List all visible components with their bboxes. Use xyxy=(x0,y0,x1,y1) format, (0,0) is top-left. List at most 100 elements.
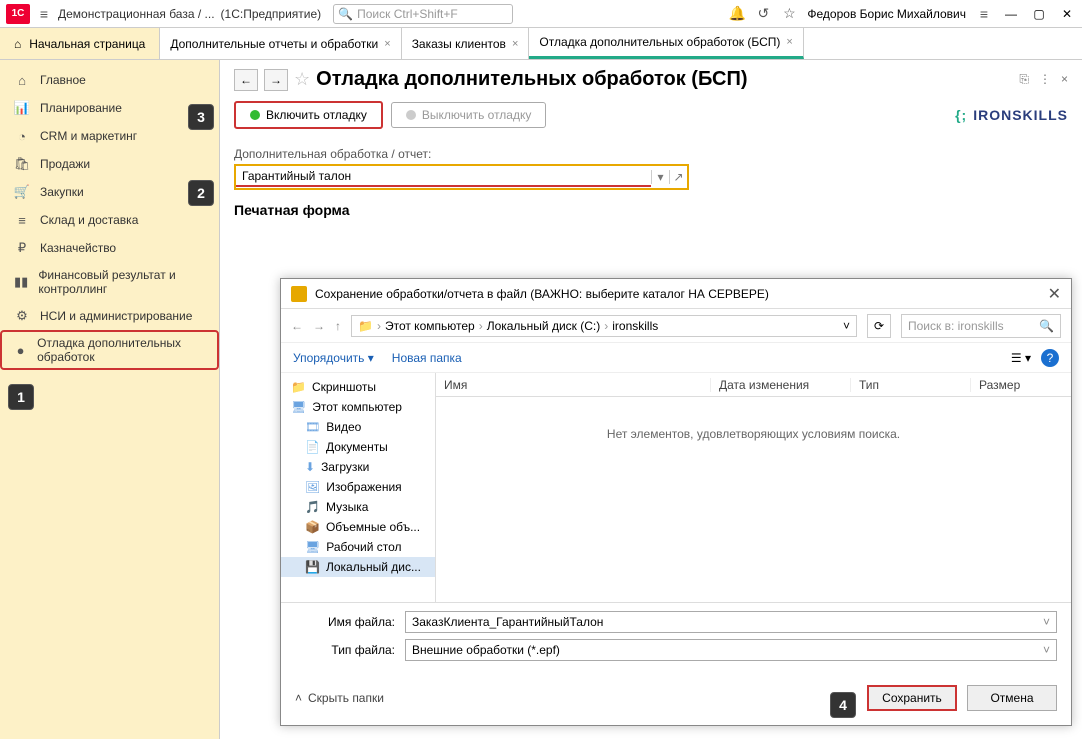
col-name[interactable]: Имя xyxy=(436,378,711,392)
tree-item[interactable]: 📦Объемные объ... xyxy=(281,517,435,537)
bc-dropdown-icon[interactable]: ˅ xyxy=(843,319,850,333)
tab-close-icon[interactable]: × xyxy=(786,36,792,48)
sidebar-item-purchases[interactable]: 🛒Закупки xyxy=(0,178,219,206)
tree-item[interactable]: ⬇Загрузки xyxy=(281,457,435,477)
organize-label: Упорядочить xyxy=(293,351,364,365)
folder-icon: 💾 xyxy=(305,560,320,574)
sidebar-item-treasury[interactable]: ₽Казначейство xyxy=(0,234,219,262)
tree-item[interactable]: 🖼 Изображения xyxy=(281,477,435,497)
tree-label: Музыка xyxy=(326,500,368,514)
tree-label: Локальный дис... xyxy=(326,560,421,574)
menu-icon[interactable]: ≡ xyxy=(36,6,52,22)
sidebar-item-crm[interactable]: ◔CRM и маркетинг xyxy=(0,122,219,150)
tab-reports[interactable]: Дополнительные отчеты и обработки × xyxy=(160,28,401,59)
sidebar-item-warehouse[interactable]: ≡ Склад и доставка xyxy=(0,206,219,234)
sidebar-item-planning[interactable]: 📊Планирование xyxy=(0,94,219,122)
folder-icon: 🖼 xyxy=(305,480,320,494)
col-size[interactable]: Размер xyxy=(971,378,1071,392)
tree-label: Видео xyxy=(326,420,361,434)
save-button[interactable]: Сохранить xyxy=(867,685,957,711)
breadcrumb[interactable]: 📁 › Этот компьютер › Локальный диск (C:)… xyxy=(351,315,857,337)
box-icon: ≡ xyxy=(14,212,30,228)
sidebar-item-debug[interactable]: ●Отладка дополнительных обработок xyxy=(0,330,219,370)
history-icon[interactable]: ↺ xyxy=(755,6,771,22)
tree-label: Изображения xyxy=(326,480,401,494)
forward-button[interactable]: → xyxy=(264,69,288,91)
tree-item[interactable]: 💾 Локальный дис... xyxy=(281,557,435,577)
sidebar-label: Отладка дополнительных обработок xyxy=(37,336,205,364)
disable-debug-button[interactable]: Выключить отладку xyxy=(391,102,547,128)
tree-item[interactable]: 🖥Этот компьютер xyxy=(281,397,435,417)
col-type[interactable]: Тип xyxy=(851,378,971,392)
cancel-button[interactable]: Отмена xyxy=(967,685,1057,711)
tab-home[interactable]: ⌂ Начальная страница xyxy=(0,28,160,59)
folder-icon: 🖥 xyxy=(291,400,306,414)
folder-icon: 🎞 xyxy=(305,420,320,434)
maximize-button[interactable]: ▢ xyxy=(1030,5,1048,23)
dropdown-icon[interactable]: ˅ xyxy=(1043,643,1050,657)
help-icon[interactable]: ? xyxy=(1041,349,1059,367)
enable-debug-button[interactable]: Включить отладку xyxy=(234,101,383,129)
sidebar-item-sales[interactable]: 🛍Продажи xyxy=(0,150,219,178)
tree-item[interactable]: 📄Документы xyxy=(281,437,435,457)
tab-close-icon[interactable]: × xyxy=(512,38,518,50)
dialog-close-button[interactable]: ✕ xyxy=(1048,284,1061,304)
minimize-button[interactable]: — xyxy=(1002,5,1020,23)
nav-fwd-icon[interactable]: → xyxy=(313,319,325,333)
folder-tree[interactable]: 📁 Скриншоты 🖥Этот компьютер 🎞 Видео 📄Документ… xyxy=(281,373,436,602)
more-icon[interactable]: ⋮ xyxy=(1039,72,1051,87)
close-button[interactable]: ✕ xyxy=(1058,5,1076,23)
report-value: Гарантийный талон xyxy=(242,169,351,183)
folder-icon: 🎵 xyxy=(305,500,320,514)
back-button[interactable]: ← xyxy=(234,69,258,91)
global-search[interactable]: 🔍 Поиск Ctrl+Shift+F xyxy=(333,4,513,24)
filename-input[interactable]: ЗаказКлиента_ГарантийныйТалон˅ xyxy=(405,611,1057,633)
tree-item[interactable]: 🎵 Музыка xyxy=(281,497,435,517)
tab-debug[interactable]: Отладка дополнительных обработок (БСП) × xyxy=(529,28,803,59)
tab-orders-label: Заказы клиентов xyxy=(412,37,506,51)
tree-item[interactable]: 🎞 Видео xyxy=(281,417,435,437)
sidebar-item-main[interactable]: ⌂Главное xyxy=(0,66,219,94)
tree-item[interactable]: 📁 Скриншоты xyxy=(281,377,435,397)
bell-icon[interactable]: 🔔 xyxy=(729,6,745,22)
refresh-button[interactable]: ⟳ xyxy=(867,314,891,338)
hide-folders-toggle[interactable]: ˄ Скрыть папки xyxy=(295,691,384,705)
bc-item[interactable]: Локальный диск (C:) xyxy=(487,319,601,333)
col-date[interactable]: Дата изменения xyxy=(711,378,851,392)
sidebar-item-finance[interactable]: ▮▮Финансовый результат и контроллинг xyxy=(0,262,219,302)
chevron-up-icon: ˄ xyxy=(295,691,302,705)
nav-back-icon[interactable]: ← xyxy=(291,319,303,333)
sidebar-label: Планирование xyxy=(40,101,122,115)
sidebar-label: НСИ и администрирование xyxy=(40,309,192,323)
tab-close-icon[interactable]: × xyxy=(384,38,390,50)
filetype-select[interactable]: Внешние обработки (*.epf)˅ xyxy=(405,639,1057,661)
tab-orders[interactable]: Заказы клиентов × xyxy=(402,28,530,59)
sidebar-label: Склад и доставка xyxy=(40,213,138,227)
favorite-icon[interactable]: ☆ xyxy=(294,69,310,90)
dropdown-icon[interactable]: ˅ xyxy=(1043,615,1050,629)
hide-folders-label: Скрыть папки xyxy=(308,691,384,705)
new-folder-button[interactable]: Новая папка xyxy=(392,351,462,365)
bc-item[interactable]: Этот компьютер xyxy=(385,319,475,333)
sidebar-label: Продажи xyxy=(40,157,90,171)
view-icon[interactable]: ☰ ▾ xyxy=(1011,351,1031,365)
folder-icon: 📄 xyxy=(305,440,320,454)
bc-item[interactable]: ironskills xyxy=(612,319,658,333)
star-icon[interactable]: ☆ xyxy=(781,6,797,22)
folder-search-placeholder: Поиск в: ironskills xyxy=(908,319,1004,333)
open-external-icon[interactable]: ↗ xyxy=(669,170,687,184)
dropdown-icon[interactable]: ▾ xyxy=(651,170,669,184)
nav-up-icon[interactable]: ↑ xyxy=(335,319,341,333)
folder-icon: 📁 xyxy=(291,380,306,394)
organize-menu[interactable]: Упорядочить ▾ xyxy=(293,351,374,365)
settings-icon[interactable]: ≡ xyxy=(976,6,992,22)
folder-search[interactable]: Поиск в: ironskills 🔍 xyxy=(901,314,1061,338)
report-selector[interactable]: Гарантийный талон ▾ ↗ xyxy=(234,164,689,190)
user-name[interactable]: Федоров Борис Михайлович xyxy=(807,7,966,21)
folder-icon: 📦 xyxy=(305,520,320,534)
sidebar-item-admin[interactable]: ⚙НСИ и администрирование xyxy=(0,302,219,330)
tree-label: Скриншоты xyxy=(312,380,376,394)
link-icon[interactable]: ⎘ xyxy=(1019,72,1029,87)
tree-item[interactable]: 🖥Рабочий стол xyxy=(281,537,435,557)
panel-close-icon[interactable]: × xyxy=(1061,72,1068,87)
